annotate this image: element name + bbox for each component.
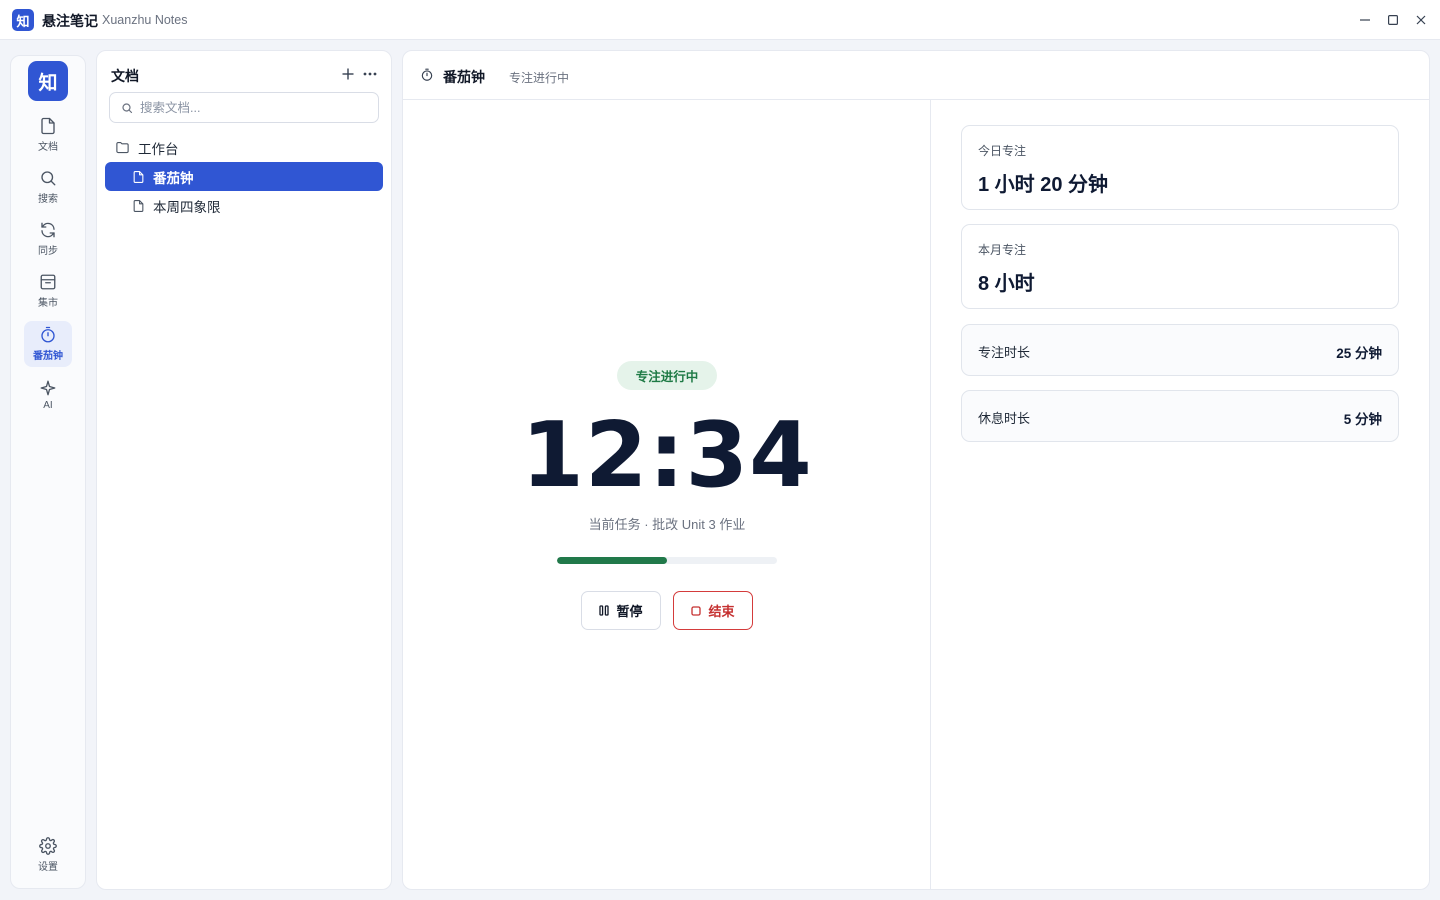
- stop-icon: [691, 605, 702, 616]
- close-icon: [1416, 15, 1426, 25]
- stat-label: 本月专注: [978, 243, 1027, 257]
- rail-item-label: 设置: [38, 862, 58, 873]
- rail-item-sync[interactable]: 同步: [24, 216, 72, 262]
- app-logo: 知: [12, 9, 34, 31]
- rail-item-label: 同步: [38, 246, 58, 257]
- add-document-button[interactable]: [339, 65, 357, 83]
- pause-button[interactable]: 暂停: [581, 591, 661, 630]
- rail-item-label: 文档: [38, 142, 58, 153]
- search-icon: [41, 171, 56, 186]
- setting-label: 休息时长: [978, 411, 1031, 426]
- folder-label: 工作台: [138, 141, 179, 157]
- rail-item-documents[interactable]: 文档: [24, 112, 72, 158]
- search-input[interactable]: [140, 100, 360, 115]
- timer-icon: [41, 326, 55, 343]
- document-panel: 文档 工作台 番茄钟 本周四象限: [96, 50, 392, 890]
- rail-item-label: AI: [43, 400, 53, 411]
- rail-item-label: 番茄钟: [33, 351, 63, 362]
- stop-label: 结束: [708, 604, 735, 619]
- doc-item-quadrant[interactable]: 本周四象限: [105, 191, 383, 220]
- pause-icon: [599, 605, 610, 616]
- app-name: 悬注笔记: [42, 13, 98, 29]
- sparkle-icon: [40, 380, 56, 396]
- rail-item-timer[interactable]: 番茄钟: [24, 321, 72, 367]
- page-status: 专注进行中: [509, 71, 570, 85]
- main-panel: 番茄钟 专注进行中 专注进行中 12:34 当前任务 · 批改 Unit 3 作…: [402, 50, 1430, 890]
- sync-icon: [41, 222, 55, 238]
- timer-display: 12:34: [521, 403, 813, 508]
- document-icon: [133, 170, 144, 183]
- stat-card-today: 今日专注 1 小时 20 分钟: [961, 125, 1399, 210]
- rail-logo: 知: [28, 61, 68, 101]
- setting-focus-duration[interactable]: 专注时长 25 分钟: [961, 324, 1399, 376]
- gear-icon: [39, 837, 57, 855]
- setting-value: 5 分钟: [1343, 412, 1382, 427]
- folder-icon: [116, 141, 129, 154]
- rail-item-ai[interactable]: AI: [24, 372, 72, 418]
- maximize-button[interactable]: [1383, 10, 1403, 30]
- market-icon: [40, 274, 56, 290]
- more-options-button[interactable]: [361, 65, 379, 83]
- progress-bar: [557, 557, 777, 564]
- document-icon: [133, 199, 144, 212]
- stat-label: 今日专注: [978, 144, 1027, 158]
- minimize-icon: [1360, 19, 1370, 21]
- setting-value: 25 分钟: [1336, 346, 1382, 361]
- rail-item-label: 搜索: [38, 194, 58, 205]
- setting-label: 专注时长: [978, 345, 1031, 360]
- page-title: 番茄钟: [443, 69, 485, 85]
- folder-workspace[interactable]: 工作台: [105, 133, 383, 162]
- search-box[interactable]: [109, 92, 379, 123]
- minimize-button[interactable]: [1355, 10, 1375, 30]
- divider: [930, 100, 931, 889]
- more-icon: [363, 72, 377, 76]
- rail-item-label: 集市: [38, 298, 58, 309]
- stat-card-month: 本月专注 8 小时: [961, 224, 1399, 309]
- stat-value: 1 小时 20 分钟: [978, 174, 1109, 196]
- maximize-icon: [1388, 15, 1398, 25]
- document-icon: [41, 117, 55, 135]
- setting-rest-duration[interactable]: 休息时长 5 分钟: [961, 390, 1399, 442]
- stop-button[interactable]: 结束: [673, 591, 753, 630]
- nav-rail: 知 文档 搜索 同步 集市 番茄钟 AI 设置: [10, 55, 86, 889]
- main-header: 番茄钟 专注进行中: [403, 51, 1429, 100]
- timer-icon: [421, 68, 433, 81]
- current-task: 当前任务 · 批改 Unit 3 作业: [588, 517, 746, 532]
- doc-item-pomodoro[interactable]: 番茄钟: [105, 162, 383, 191]
- pause-label: 暂停: [616, 604, 643, 619]
- search-icon: [122, 102, 133, 113]
- stat-value: 8 小时: [978, 273, 1035, 295]
- rail-item-market[interactable]: 集市: [24, 268, 72, 314]
- doc-item-label: 番茄钟: [153, 170, 194, 186]
- panel-title: 文档: [111, 68, 139, 84]
- close-button[interactable]: [1411, 10, 1431, 30]
- progress-fill: [557, 557, 667, 564]
- plus-icon: [342, 68, 354, 80]
- rail-item-search[interactable]: 搜索: [24, 164, 72, 210]
- title-bar: 知 悬注笔记 Xuanzhu Notes: [0, 0, 1440, 40]
- rail-item-settings[interactable]: 设置: [24, 832, 72, 878]
- doc-item-label: 本周四象限: [153, 199, 221, 215]
- status-badge: 专注进行中: [617, 361, 717, 390]
- app-subtitle: Xuanzhu Notes: [102, 13, 188, 27]
